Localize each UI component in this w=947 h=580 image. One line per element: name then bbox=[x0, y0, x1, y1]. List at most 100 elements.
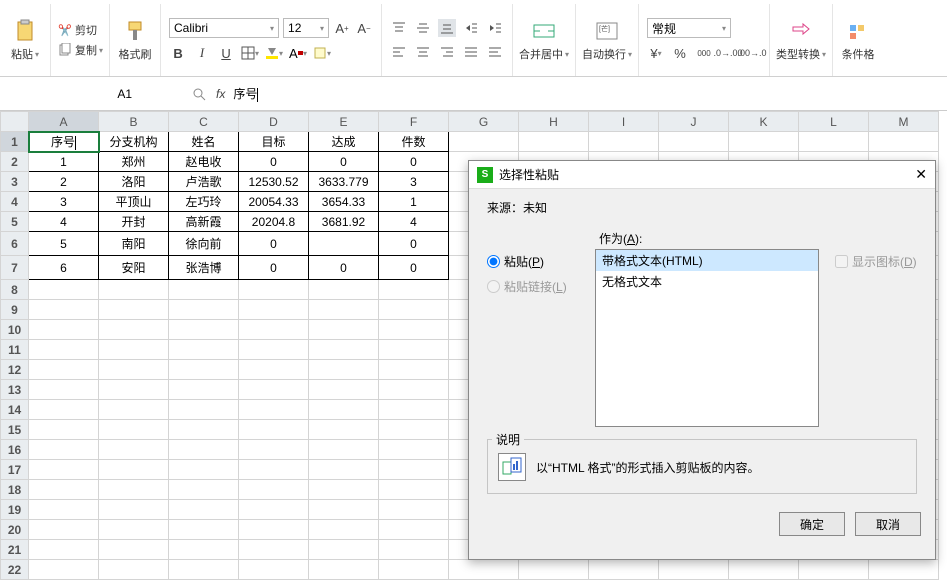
align-bottom-icon[interactable] bbox=[438, 19, 456, 37]
column-header[interactable]: L bbox=[799, 112, 869, 132]
row-header[interactable]: 1 bbox=[1, 132, 29, 152]
cell[interactable] bbox=[519, 132, 589, 152]
cell[interactable]: 达成 bbox=[309, 132, 379, 152]
cell[interactable] bbox=[869, 560, 939, 580]
cell[interactable]: 3654.33 bbox=[309, 192, 379, 212]
cell[interactable] bbox=[239, 460, 309, 480]
percent-button[interactable]: % bbox=[671, 44, 689, 62]
radio-paste[interactable]: 粘贴(P) bbox=[487, 253, 587, 270]
cell[interactable] bbox=[99, 520, 169, 540]
cell[interactable] bbox=[309, 420, 379, 440]
cell[interactable] bbox=[309, 520, 379, 540]
ok-button[interactable]: 确定 bbox=[779, 512, 845, 536]
cell[interactable] bbox=[379, 560, 449, 580]
cell[interactable] bbox=[29, 560, 99, 580]
type-convert-button[interactable]: 类型转换▾ bbox=[776, 18, 826, 62]
cell[interactable] bbox=[449, 560, 519, 580]
cell[interactable]: 平顶山 bbox=[99, 192, 169, 212]
cell[interactable] bbox=[169, 540, 239, 560]
row-header[interactable]: 20 bbox=[1, 520, 29, 540]
number-format-select[interactable]: 常规▾ bbox=[647, 18, 731, 38]
cell[interactable] bbox=[379, 300, 449, 320]
cell[interactable]: 6 bbox=[29, 256, 99, 280]
cell[interactable] bbox=[239, 480, 309, 500]
cell[interactable]: 2 bbox=[29, 172, 99, 192]
name-box[interactable]: A1 bbox=[0, 87, 160, 101]
column-header[interactable]: C bbox=[169, 112, 239, 132]
cell[interactable]: 0 bbox=[309, 152, 379, 172]
align-middle-icon[interactable] bbox=[414, 19, 432, 37]
cell[interactable] bbox=[379, 360, 449, 380]
cell[interactable]: 20204.8 bbox=[239, 212, 309, 232]
cell[interactable] bbox=[379, 540, 449, 560]
cell[interactable] bbox=[799, 132, 869, 152]
formula-input[interactable]: 序号 bbox=[233, 85, 433, 102]
cell[interactable] bbox=[519, 560, 589, 580]
increase-decimal-icon[interactable]: .0→.00 bbox=[719, 44, 737, 62]
cell[interactable] bbox=[29, 440, 99, 460]
decrease-indent-icon[interactable] bbox=[462, 19, 480, 37]
cell[interactable] bbox=[29, 500, 99, 520]
cell[interactable] bbox=[309, 340, 379, 360]
row-header[interactable]: 14 bbox=[1, 400, 29, 420]
cell[interactable] bbox=[29, 480, 99, 500]
column-header[interactable]: J bbox=[659, 112, 729, 132]
cell[interactable] bbox=[29, 280, 99, 300]
row-header[interactable]: 19 bbox=[1, 500, 29, 520]
wrap-text-button[interactable]: [芒] 自动换行▾ bbox=[582, 18, 632, 62]
cell[interactable] bbox=[29, 340, 99, 360]
cell[interactable] bbox=[309, 280, 379, 300]
column-header[interactable]: D bbox=[239, 112, 309, 132]
row-header[interactable]: 13 bbox=[1, 380, 29, 400]
cell[interactable]: 目标 bbox=[239, 132, 309, 152]
cell[interactable] bbox=[239, 340, 309, 360]
row-header[interactable]: 4 bbox=[1, 192, 29, 212]
cell[interactable] bbox=[99, 340, 169, 360]
cell[interactable] bbox=[169, 460, 239, 480]
cell[interactable] bbox=[29, 400, 99, 420]
row-header[interactable]: 7 bbox=[1, 256, 29, 280]
justify-icon[interactable] bbox=[462, 43, 480, 61]
underline-button[interactable]: U bbox=[217, 44, 235, 62]
column-header[interactable]: F bbox=[379, 112, 449, 132]
cell[interactable] bbox=[99, 300, 169, 320]
cell[interactable] bbox=[99, 400, 169, 420]
cell[interactable] bbox=[239, 380, 309, 400]
cell[interactable] bbox=[99, 320, 169, 340]
borders-button[interactable]: ▾ bbox=[241, 44, 259, 62]
cell[interactable] bbox=[169, 360, 239, 380]
cell[interactable] bbox=[449, 132, 519, 152]
cell[interactable] bbox=[239, 300, 309, 320]
cell[interactable] bbox=[379, 380, 449, 400]
cell[interactable] bbox=[729, 132, 799, 152]
conditional-format-button[interactable]: 条件格 bbox=[839, 18, 877, 62]
cut-button[interactable]: ✂️剪切 bbox=[57, 22, 103, 38]
row-header[interactable]: 22 bbox=[1, 560, 29, 580]
column-header[interactable]: G bbox=[449, 112, 519, 132]
cell[interactable] bbox=[29, 420, 99, 440]
cell[interactable] bbox=[659, 560, 729, 580]
cell[interactable] bbox=[309, 560, 379, 580]
cell[interactable] bbox=[379, 520, 449, 540]
cell[interactable] bbox=[239, 520, 309, 540]
cell[interactable]: 0 bbox=[239, 256, 309, 280]
cell[interactable] bbox=[169, 500, 239, 520]
cell[interactable]: 12530.52 bbox=[239, 172, 309, 192]
copy-button[interactable]: 复制▾ bbox=[57, 42, 103, 58]
cell[interactable] bbox=[729, 560, 799, 580]
cell[interactable] bbox=[29, 360, 99, 380]
row-header[interactable]: 9 bbox=[1, 300, 29, 320]
cell[interactable] bbox=[379, 480, 449, 500]
cell[interactable] bbox=[659, 132, 729, 152]
cell[interactable]: 4 bbox=[29, 212, 99, 232]
column-header[interactable]: A bbox=[29, 112, 99, 132]
cell[interactable] bbox=[169, 560, 239, 580]
format-painter-button[interactable]: 格式刷 bbox=[116, 18, 154, 62]
column-header[interactable]: H bbox=[519, 112, 589, 132]
cell[interactable]: 4 bbox=[379, 212, 449, 232]
cell[interactable] bbox=[239, 400, 309, 420]
cell[interactable]: 左巧玲 bbox=[169, 192, 239, 212]
cell[interactable]: 赵电收 bbox=[169, 152, 239, 172]
cell[interactable]: 安阳 bbox=[99, 256, 169, 280]
dialog-titlebar[interactable]: S 选择性粘贴 ✕ bbox=[469, 161, 935, 189]
